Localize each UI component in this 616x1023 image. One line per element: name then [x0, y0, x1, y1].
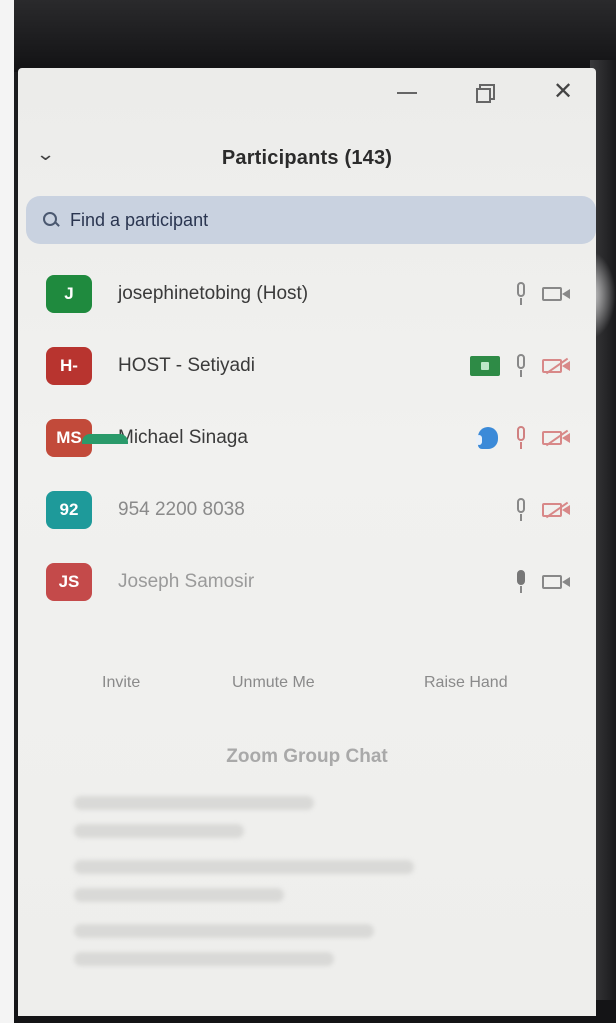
- search-icon: [42, 211, 60, 229]
- panel-title: Participants (143): [221, 146, 393, 169]
- microphone-icon[interactable]: [514, 282, 528, 306]
- microphone-icon[interactable]: [514, 570, 528, 594]
- raised-hand-icon: [476, 425, 500, 451]
- participant-name: HOST - Setiyadi: [118, 355, 255, 376]
- screen-bezel-top: [14, 0, 616, 72]
- participant-name: 954 2200 8038: [118, 499, 245, 520]
- participant-status: [476, 402, 572, 474]
- avatar: H-: [46, 347, 92, 385]
- avatar: [82, 434, 128, 444]
- chat-messages: [74, 796, 504, 980]
- camera-off-icon[interactable]: [542, 428, 572, 448]
- chat-message: [74, 888, 284, 902]
- camera-icon[interactable]: [542, 284, 572, 304]
- chat-message: [74, 796, 314, 810]
- participant-status: [514, 474, 572, 546]
- chat-message: [74, 952, 334, 966]
- participant-name: Joseph Samosir: [118, 571, 255, 592]
- camera-off-icon[interactable]: [542, 500, 572, 520]
- left-margin: [0, 0, 14, 1023]
- participant-name: josephinetobing (Host): [118, 283, 309, 304]
- restore-icon[interactable]: [472, 79, 498, 105]
- window-controls: ✕: [394, 76, 576, 108]
- chat-message: [74, 924, 374, 938]
- panel-header: ⌄ Participants (143): [18, 138, 596, 178]
- microphone-icon[interactable]: [514, 354, 528, 378]
- participant-row[interactable]: J josephinetobing (Host): [18, 258, 596, 330]
- chat-title: Zoom Group Chat: [226, 746, 388, 767]
- search-input[interactable]: [68, 208, 492, 232]
- participant-status: [514, 546, 572, 618]
- microphone-icon[interactable]: [514, 498, 528, 522]
- search-bar[interactable]: [26, 196, 596, 244]
- participant-row[interactable]: JS Joseph Samosir: [18, 546, 596, 618]
- participant-row[interactable]: 92 954 2200 8038: [18, 474, 596, 546]
- participant-status: [470, 330, 572, 402]
- minimize-icon[interactable]: [394, 79, 420, 105]
- close-icon[interactable]: ✕: [550, 79, 576, 105]
- chat-message: [74, 860, 414, 874]
- avatar: JS: [46, 563, 92, 601]
- microphone-muted-icon[interactable]: [514, 426, 528, 450]
- participant-actions: Invite Unmute Me Raise Hand: [18, 666, 596, 702]
- camera-off-icon[interactable]: [542, 356, 572, 376]
- avatar: J: [46, 275, 92, 313]
- screen-share-icon: [470, 356, 500, 376]
- raise-hand-button[interactable]: Raise Hand: [424, 674, 508, 692]
- participant-row[interactable]: H- HOST - Setiyadi: [18, 330, 596, 402]
- participant-status: [514, 258, 572, 330]
- chevron-down-icon[interactable]: ⌄: [36, 144, 56, 165]
- avatar: 92: [46, 491, 92, 529]
- chat-message: [74, 824, 244, 838]
- participant-name: Michael Sinaga: [118, 427, 248, 448]
- unmute-me-button[interactable]: Unmute Me: [232, 674, 315, 692]
- camera-icon[interactable]: [542, 572, 572, 592]
- invite-button[interactable]: Invite: [102, 674, 140, 692]
- participants-panel: ✕ ⌄ Participants (143) J josephinetobing…: [18, 68, 596, 1016]
